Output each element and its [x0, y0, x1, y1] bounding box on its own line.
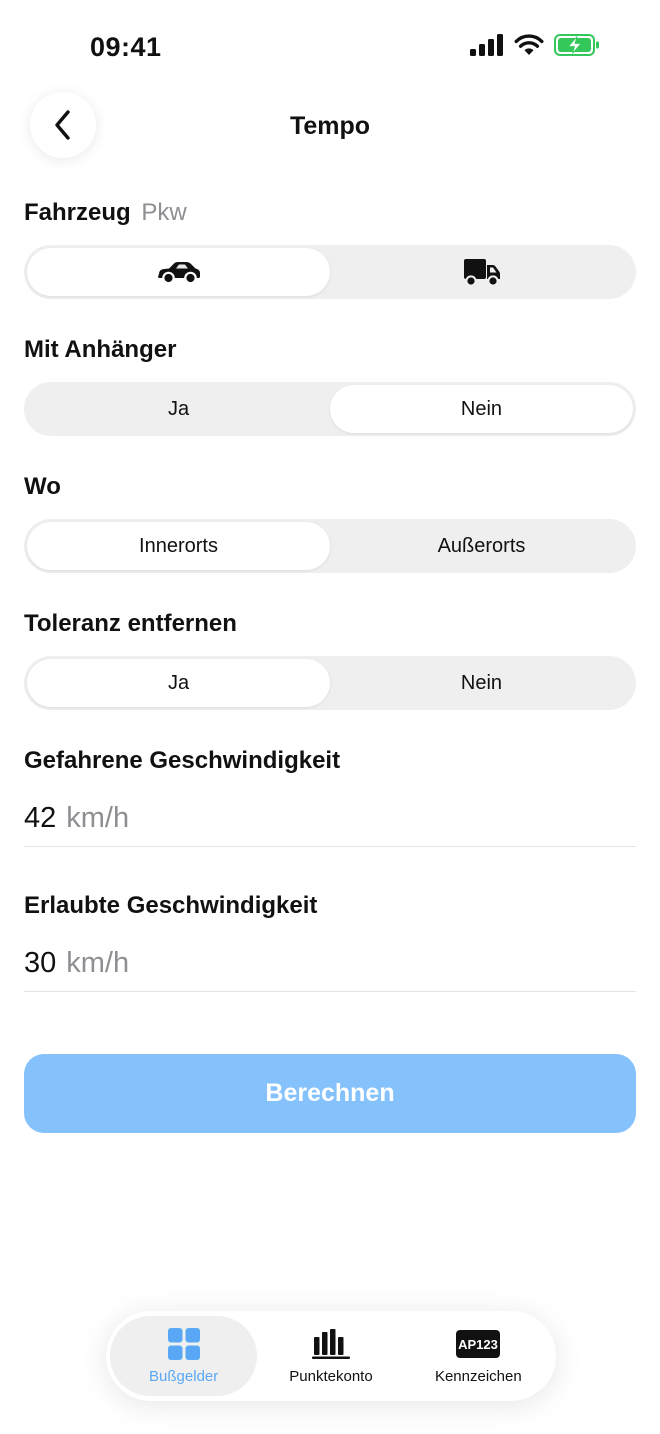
tab-bussgelder[interactable]: Bußgelder	[110, 1316, 258, 1396]
allowed-speed-input[interactable]: 30 km/h	[24, 936, 636, 992]
license-plate-icon: AP123	[456, 1329, 501, 1358]
tolerance-section: Toleranz entfernen Ja Nein	[24, 608, 636, 710]
tab-kennzeichen[interactable]: AP123 Kennzeichen	[405, 1316, 552, 1396]
license-plate-text: AP123	[458, 1337, 498, 1352]
allowed-speed-section: Erlaubte Geschwindigkeit 30 km/h	[24, 890, 636, 992]
vehicle-selector	[24, 245, 636, 299]
driven-speed-value: 42	[24, 802, 57, 834]
driven-speed-section: Gefahrene Geschwindigkeit 42 km/h	[24, 745, 636, 847]
status-bar: 09:41	[0, 0, 660, 96]
vehicle-label: Fahrzeug Pkw	[24, 197, 636, 229]
status-icons	[470, 34, 600, 56]
tolerance-selector: Ja Nein	[24, 656, 636, 710]
allowed-speed-label: Erlaubte Geschwindigkeit	[24, 892, 318, 919]
header: Tempo	[0, 92, 660, 162]
truck-icon	[463, 259, 500, 287]
tolerance-label: Toleranz entfernen	[24, 610, 237, 637]
allowed-speed-unit: km/h	[66, 947, 130, 979]
driven-speed-label: Gefahrene Geschwindigkeit	[24, 747, 341, 774]
tolerance-option-no[interactable]: Nein	[330, 659, 633, 707]
location-option-rural[interactable]: Außerorts	[330, 522, 633, 570]
car-icon	[157, 262, 200, 284]
location-option-urban[interactable]: Innerorts	[27, 522, 330, 570]
location-label: Wo	[24, 473, 61, 500]
tab-punktekonto-label: Punktekonto	[289, 1367, 373, 1385]
wifi-icon	[514, 34, 544, 55]
vehicle-option-car[interactable]	[27, 248, 330, 296]
tab-bar: Bußgelder Punktekonto AP123 Kennzeichen	[106, 1311, 556, 1401]
bar-chart-icon	[311, 1328, 350, 1359]
battery-charging-icon	[554, 34, 599, 56]
vehicle-label-text: Fahrzeug	[24, 199, 131, 226]
trailer-option-no[interactable]: Nein	[330, 385, 633, 433]
trailer-option-yes[interactable]: Ja	[27, 385, 330, 433]
trailer-label: Mit Anhänger	[24, 336, 177, 363]
signal-icon	[470, 34, 503, 56]
tab-kennzeichen-label: Kennzeichen	[434, 1367, 522, 1385]
calculate-button[interactable]: Berechnen	[24, 1054, 636, 1133]
driven-speed-input[interactable]: 42 km/h	[24, 791, 636, 847]
grid-icon	[167, 1327, 200, 1360]
tolerance-option-yes[interactable]: Ja	[27, 659, 330, 707]
status-time: 09:41	[90, 32, 162, 62]
vehicle-value: Pkw	[141, 199, 187, 226]
page-title: Tempo	[289, 112, 371, 140]
location-section: Wo Innerorts Außerorts	[24, 471, 636, 573]
trailer-selector: Ja Nein	[24, 382, 636, 436]
location-selector: Innerorts Außerorts	[24, 519, 636, 573]
tab-punktekonto[interactable]: Punktekonto	[257, 1316, 404, 1396]
vehicle-option-truck[interactable]	[330, 248, 633, 296]
allowed-speed-value: 30	[24, 947, 57, 979]
vehicle-section: Fahrzeug Pkw	[24, 197, 636, 299]
driven-speed-unit: km/h	[66, 802, 130, 834]
tab-bussgelder-label: Bußgelder	[149, 1367, 219, 1385]
trailer-section: Mit Anhänger Ja Nein	[24, 334, 636, 436]
